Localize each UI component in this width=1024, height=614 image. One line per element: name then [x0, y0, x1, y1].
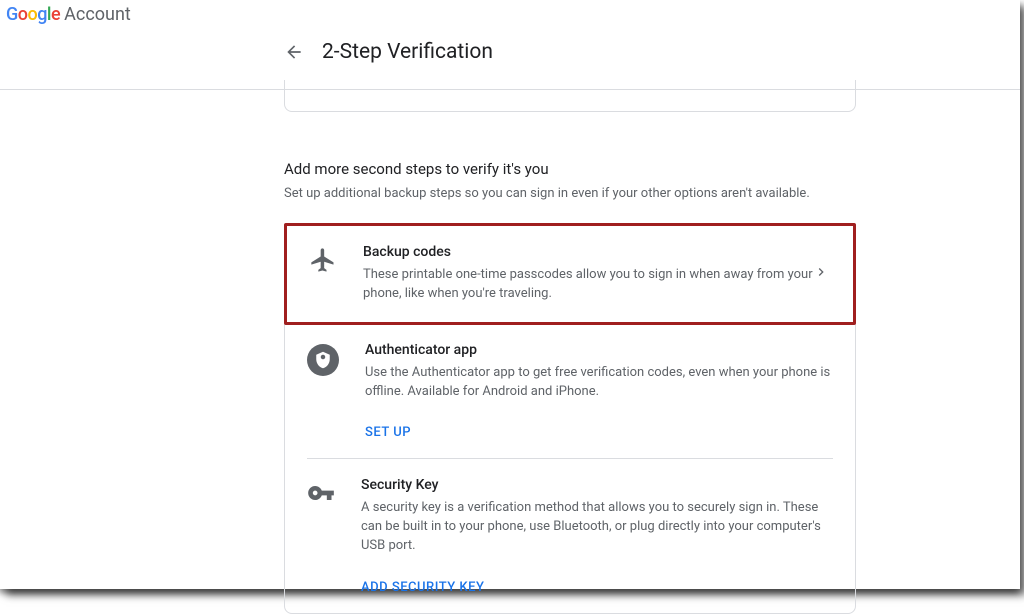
- google-logo: Google: [6, 4, 60, 25]
- previous-card-truncated: xxxx xxxxx xx xxx• xxxx xxxx xx xxxxxxxx: [284, 80, 856, 112]
- airplane-icon: [309, 246, 337, 274]
- option-security-key: Security Key A security key is a verific…: [285, 459, 855, 613]
- section-title: Add more second steps to verify it's you: [284, 160, 856, 178]
- security-key-title: Security Key: [361, 477, 833, 493]
- chevron-right-icon: [813, 264, 829, 284]
- option-backup-codes[interactable]: Backup codes These printable one-time pa…: [284, 223, 856, 325]
- security-key-description: A security key is a verification method …: [361, 499, 833, 556]
- authenticator-setup-button[interactable]: SET UP: [365, 425, 833, 440]
- authenticator-description: Use the Authenticator app to get free ve…: [365, 364, 833, 402]
- backup-codes-description: These printable one-time passcodes allow…: [363, 266, 831, 304]
- section-subtitle: Set up additional backup steps so you ca…: [284, 186, 856, 201]
- options-card: Backup codes These printable one-time pa…: [284, 223, 856, 614]
- authenticator-icon: [307, 344, 339, 376]
- backup-codes-title: Backup codes: [363, 244, 831, 260]
- page-title: 2-Step Verification: [322, 40, 493, 64]
- option-authenticator: Authenticator app Use the Authenticator …: [285, 324, 855, 459]
- back-arrow-icon[interactable]: [284, 42, 304, 62]
- key-icon: [307, 479, 335, 507]
- top-header: Google Account: [0, 0, 1020, 28]
- authenticator-title: Authenticator app: [365, 342, 833, 358]
- section-intro: Add more second steps to verify it's you…: [284, 160, 856, 201]
- account-label: Account: [64, 4, 131, 25]
